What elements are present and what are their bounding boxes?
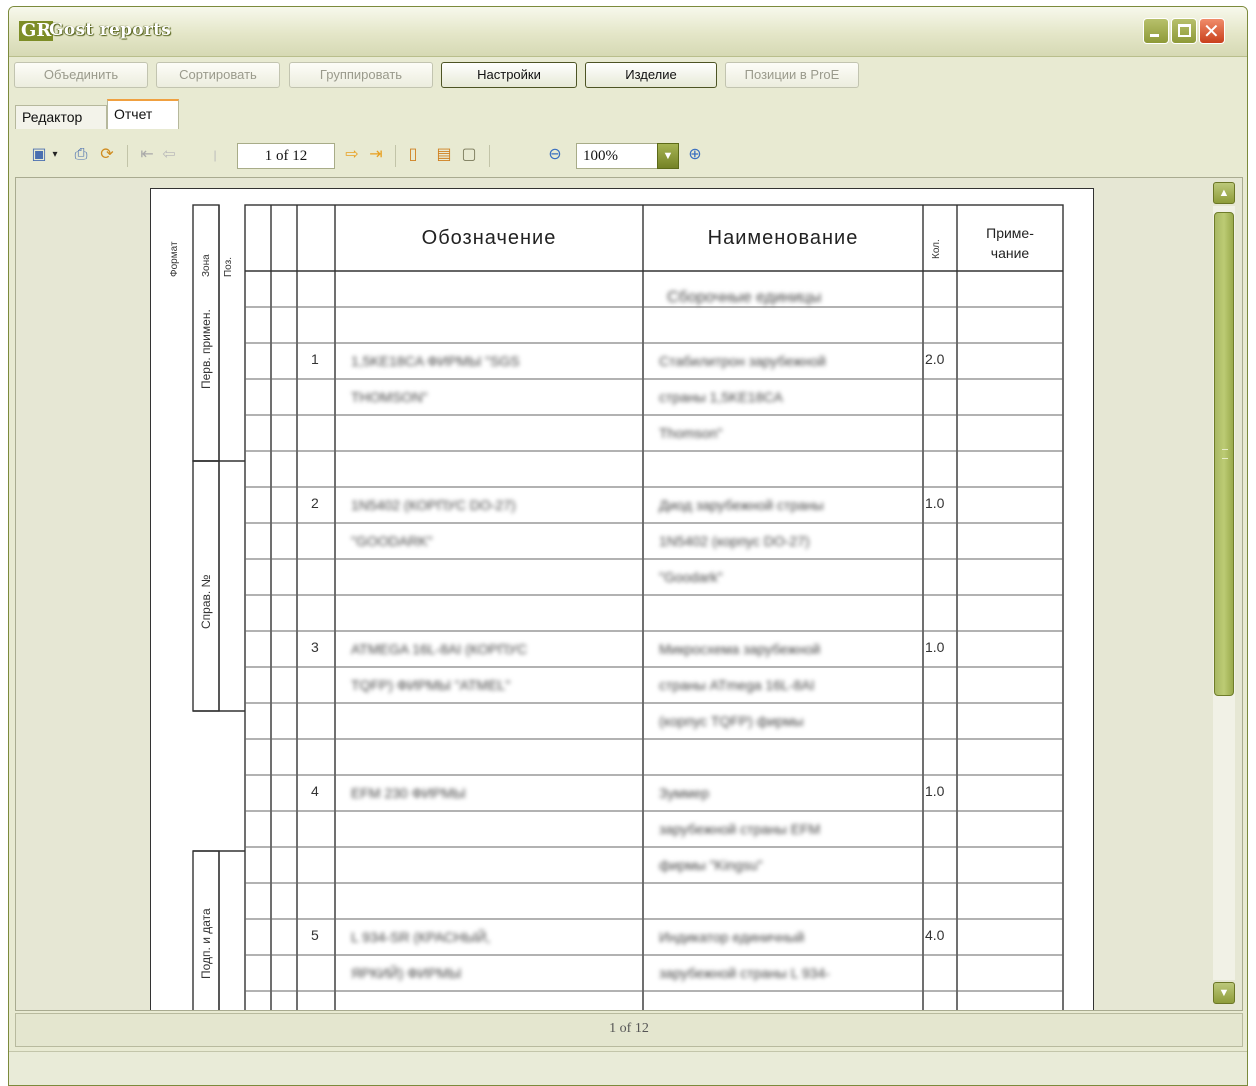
tab-editor[interactable]: Редактор [15,105,107,129]
note-header-line2: чание [990,245,1030,261]
save-dropdown-icon[interactable]: ▾ [49,145,61,165]
scroll-down-button[interactable]: ▼ [1213,982,1235,1004]
sort-button[interactable]: Сортировать [156,62,280,88]
item-position: 3 [311,639,319,655]
report-page: Формат Зона Поз. Обозначение Наименовани… [150,188,1094,1010]
name-header: Наименование [707,227,859,249]
tab-report[interactable]: Отчет [107,99,179,129]
report-toolbar: ▣ ▾ ⎙ ⟳ ⇤ ⇦ | 1 of 12 ⇨ ⇥ ▯ ▤ ▢ ⊖ 100% ▼… [9,135,1247,175]
item-quantity: 2.0 [925,351,945,367]
scroll-up-button[interactable]: ▲ [1213,182,1235,204]
title-bar[interactable]: GR Gost reports ✕ [9,7,1247,57]
item-name: Диод зарубежной страны [659,497,824,513]
item-designation: ЯРКИЙ) ФИРМЫ [351,965,462,981]
item-name: фирмы "Kingsu" [659,857,763,873]
last-page-icon[interactable]: ⇥ [366,145,386,165]
item-name: Микросхема зарубежной [659,641,821,657]
group-button[interactable]: Группировать [289,62,433,88]
whole-page-icon[interactable]: ▢ [459,145,479,165]
item-name: "Goodark" [659,569,723,585]
first-page-icon[interactable]: ⇤ [137,145,157,165]
refresh-icon[interactable]: ⟳ [97,145,117,165]
item-designation: "GOODARK" [351,533,433,549]
maximize-icon [1178,24,1191,37]
item-quantity: 1.0 [925,495,945,511]
prev-page-icon[interactable]: ⇦ [159,145,179,165]
zoom-out-icon[interactable]: ⊖ [545,145,565,165]
item-designation: L 934-SR (КРАСНЫЙ, [351,929,491,945]
window-title: Gost reports [49,20,172,40]
close-icon: ✕ [1203,19,1220,43]
bottom-panel [9,1051,1247,1085]
section-title: Сборочные единицы [667,289,822,306]
zoom-input[interactable]: 100% [576,143,658,169]
toolbar-separator [395,145,396,167]
item-name: страны 1,5KE18CA [659,389,783,405]
zoom-in-icon[interactable]: ⊕ [685,145,705,165]
item-name: зарубежной страны EFM [659,821,821,837]
save-icon[interactable]: ▣ [29,145,49,165]
report-viewer[interactable]: Формат Зона Поз. Обозначение Наименовани… [15,177,1243,1011]
item-designation: 1N5402 (КОРПУС DO-27) [351,497,516,513]
item-quantity: 4.0 [925,927,945,943]
first-use-label: Перв. примен. [199,309,213,389]
note-header: Приме- чание [957,223,1063,263]
item-position: 5 [311,927,319,943]
item-designation: TQFP) ФИРМЫ "ATMEL" [351,677,511,693]
proe-positions-button[interactable]: Позиции в ProE [725,62,859,88]
page-status: 1 of 12 [15,1013,1243,1047]
item-position: 4 [311,783,319,799]
next-page-icon[interactable]: ⇨ [342,145,362,165]
item-name: Thomson" [659,425,723,441]
maximize-button[interactable] [1171,18,1197,44]
vertical-scrollbar[interactable]: ▲ ▼ [1213,182,1235,1006]
item-designation: ATMEGA 16L-8AI (КОРПУС [351,641,528,657]
page-separator-icon: | [213,148,217,162]
product-button[interactable]: Изделие [585,62,717,88]
item-name: зарубежной страны L 934- [659,965,830,981]
item-position: 2 [311,495,319,511]
item-quantity: 1.0 [925,783,945,799]
minimize-icon [1150,34,1159,37]
item-name: 1N5402 (корпус DO-27) [659,533,810,549]
toolbar-separator [127,145,128,167]
item-name: Зуммер [659,785,710,801]
item-name: Стабилитрон зарубежной [659,353,826,369]
item-position: 1 [311,351,319,367]
item-designation: 1,5KE18CA ФИРМЫ "SGS [351,353,520,369]
print-icon[interactable]: ⎙ [71,145,91,165]
app-window: GR Gost reports ✕ Объединить Сортировать… [8,6,1248,1086]
command-bar: Объединить Сортировать Группировать Наст… [9,60,1247,90]
qty-header: Кол. [931,239,942,259]
close-button[interactable]: ✕ [1199,18,1225,44]
note-header-line1: Приме- [986,225,1034,241]
item-name: Индикатор единичный [659,929,805,945]
merge-button[interactable]: Объединить [14,62,148,88]
page-number-input[interactable]: 1 of 12 [237,143,335,169]
minimize-button[interactable] [1143,18,1169,44]
item-designation: EFM 230 ФИРМЫ [351,785,466,801]
single-page-icon[interactable]: ▯ [403,145,423,165]
item-name: (корпус TQFP) фирмы [659,713,804,729]
grip-icon [1222,449,1228,459]
toolbar-separator [489,145,490,167]
format-header: Формат [169,241,180,277]
designation-header: Обозначение [421,227,557,249]
scroll-thumb[interactable] [1214,212,1234,696]
item-name: страны ATmega 16L-8AI [659,677,815,693]
item-quantity: 1.0 [925,639,945,655]
reference-number-label: Справ. № [199,574,213,629]
settings-button[interactable]: Настройки [441,62,577,88]
item-designation: THOMSON" [351,389,428,405]
pos-header: Поз. [223,257,234,277]
scroll-track[interactable] [1213,206,1235,980]
tab-strip: Редактор Отчет [9,99,1247,129]
zone-header: Зона [201,254,212,277]
zoom-dropdown-button[interactable]: ▼ [657,143,679,169]
report-grid [192,204,1064,1010]
signature-date-label: Подп. и дата [199,908,213,979]
page-width-icon[interactable]: ▤ [434,145,454,165]
